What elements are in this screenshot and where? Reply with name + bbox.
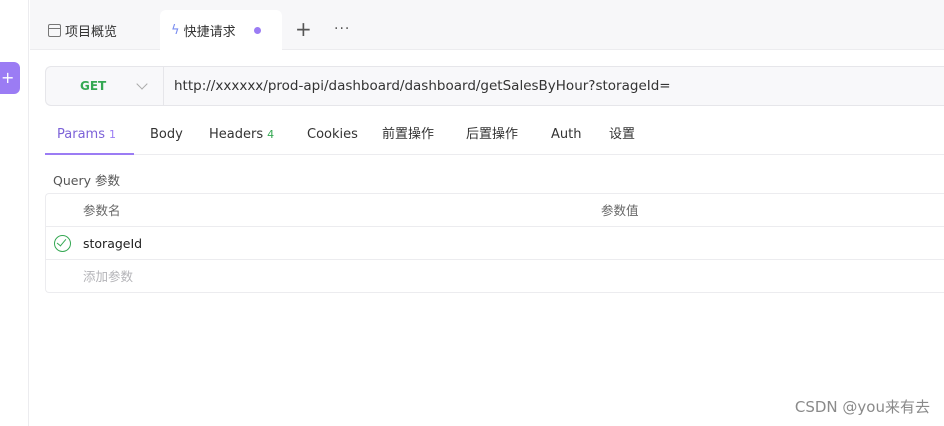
url-input[interactable]: http://xxxxxx/prod-api/dashboard/dashboa… (164, 78, 671, 94)
left-rail: + (0, 0, 29, 426)
bolt-icon: ϟ (171, 22, 180, 38)
tab-overview-label: 项目概览 (65, 24, 118, 40)
tab-headers[interactable]: Headers 4 (209, 116, 274, 155)
params-count: 1 (108, 128, 116, 141)
method-label: GET (80, 79, 107, 93)
column-header-value: 参数值 (601, 203, 639, 218)
table-header: 参数名 参数值 (46, 194, 944, 227)
headers-count: 4 (267, 128, 275, 141)
request-subtabs: Params 1 Body Headers 4 Cookies 前置操作 后置操作 … (45, 116, 944, 155)
tab-project-overview[interactable]: 项目概览 (48, 10, 117, 50)
url-bar: GET http://xxxxxx/prod-api/dashboard/das… (45, 66, 944, 106)
tab-body[interactable]: Body (150, 116, 183, 155)
rail-add-button[interactable]: + (0, 62, 20, 94)
tab-auth[interactable]: Auth (551, 116, 581, 155)
add-param-row: 添加参数 (46, 260, 944, 293)
tab-pre-operations[interactable]: 前置操作 (382, 116, 434, 155)
new-tab-button[interactable]: + (295, 17, 312, 41)
tab-quick-request[interactable]: ϟ 快捷请求 (160, 10, 282, 50)
tab-params-label: Params (57, 127, 105, 142)
add-param-input[interactable]: 添加参数 (83, 260, 133, 293)
more-tabs-button[interactable]: ··· (334, 17, 350, 41)
tab-quick-label: 快捷请求 (183, 24, 236, 40)
param-name-cell[interactable]: storageId (83, 227, 142, 260)
query-params-label: Query 参数 (53, 173, 120, 188)
chevron-down-icon (136, 78, 148, 90)
table-row: storageId (46, 227, 944, 260)
param-value-cell[interactable] (601, 227, 941, 260)
params-table: 参数名 参数值 storageId 添加参数 (45, 193, 944, 293)
tab-bar: 项目概览 ϟ 快捷请求 + ··· (30, 0, 944, 50)
column-header-name: 参数名 (83, 203, 121, 218)
plus-icon: + (1, 68, 15, 87)
unsaved-dot (253, 26, 261, 34)
tab-settings[interactable]: 设置 (609, 116, 635, 155)
overview-icon (48, 23, 61, 37)
watermark: CSDN @you来有去 (794, 398, 930, 416)
tab-post-operations[interactable]: 后置操作 (466, 116, 518, 155)
check-circle-icon[interactable] (54, 235, 71, 252)
tab-cookies[interactable]: Cookies (307, 116, 358, 155)
tab-params[interactable]: Params 1 (45, 116, 134, 155)
method-select[interactable]: GET (46, 67, 164, 105)
tab-headers-label: Headers (209, 127, 264, 142)
